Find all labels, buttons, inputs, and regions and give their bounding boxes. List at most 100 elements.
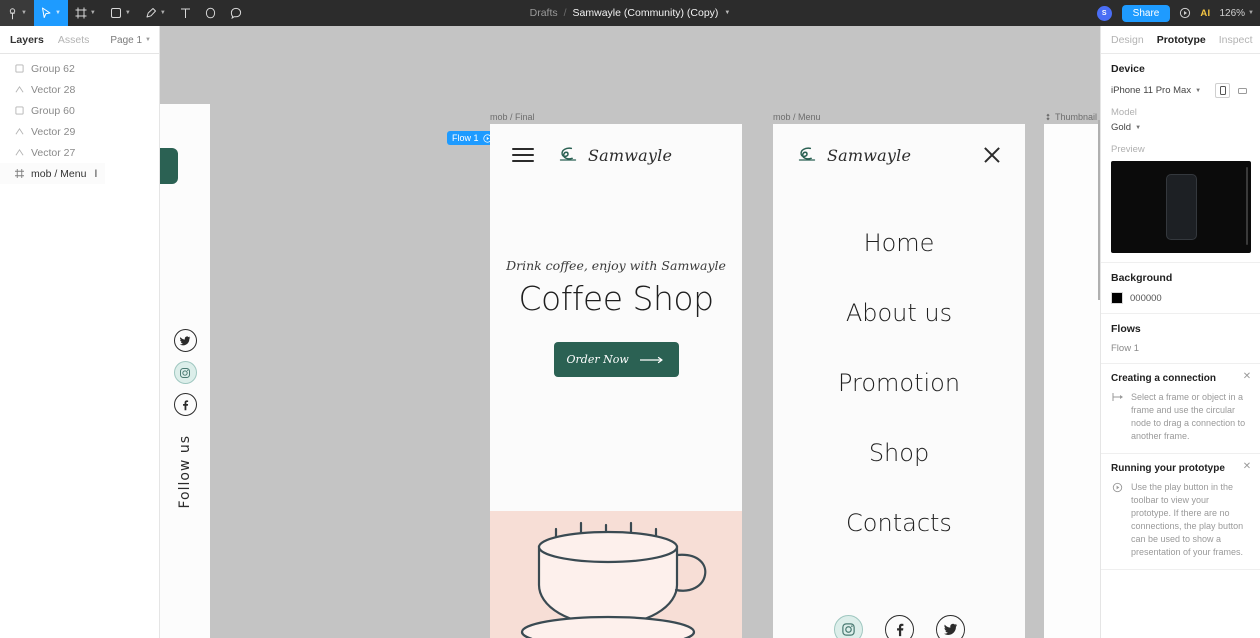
facebook-icon[interactable] <box>173 393 197 416</box>
layer-item-vector-27[interactable]: Vector 27 <box>0 142 159 163</box>
vector-icon <box>14 127 25 136</box>
tab-design[interactable]: Design <box>1111 34 1144 46</box>
preview-scrollbar[interactable] <box>1246 167 1248 245</box>
main-menu-button[interactable]: ▼ <box>0 0 34 26</box>
layer-item-group-62[interactable]: Group 62 <box>0 58 159 79</box>
arrow-right-icon <box>639 356 663 363</box>
text-icon <box>180 7 191 19</box>
cursor-move-icon <box>41 7 52 19</box>
layer-item-group-60[interactable]: Group 60 <box>0 100 159 121</box>
order-now-button[interactable]: Order Now <box>553 342 679 377</box>
layer-label: Group 62 <box>31 62 75 75</box>
shape-tool-button[interactable]: ▼ <box>103 0 138 26</box>
brand-logo: Samwayle <box>795 145 911 165</box>
twitter-icon[interactable] <box>935 615 965 638</box>
decorative-green-pill <box>160 148 178 184</box>
portrait-orientation-button[interactable] <box>1215 83 1230 98</box>
tip-text: Select a frame or object in a frame and … <box>1131 392 1246 442</box>
device-selector[interactable]: iPhone 11 Pro Max ▼ <box>1111 85 1201 96</box>
tab-assets[interactable]: Assets <box>58 34 90 46</box>
close-icon[interactable] <box>981 144 1003 166</box>
chevron-down-icon: ▼ <box>145 37 151 43</box>
instagram-icon[interactable] <box>173 361 197 384</box>
tip-body: Use the play button in the toolbar to vi… <box>1111 481 1250 559</box>
vector-icon <box>14 85 25 94</box>
left-panel-tabs: Layers Assets Page 1 ▼ <box>0 26 159 54</box>
avatar[interactable]: S <box>1095 4 1113 22</box>
zoom-level-value: 126% <box>1219 7 1246 19</box>
tip-text: Use the play button in the toolbar to vi… <box>1131 482 1244 558</box>
layer-item-vector-28[interactable]: Vector 28 <box>0 79 159 100</box>
chevron-down-icon: ▼ <box>159 10 166 16</box>
page-selector-label: Page 1 <box>110 34 143 46</box>
frame-thumbnail[interactable] <box>1044 124 1100 638</box>
present-play-button[interactable] <box>1179 7 1191 19</box>
background-color-swatch[interactable] <box>1111 292 1123 304</box>
share-button[interactable]: Share <box>1121 4 1171 22</box>
ai-button[interactable]: AI <box>1200 8 1210 19</box>
play-circle-icon <box>1111 481 1124 559</box>
layer-item-vector-29[interactable]: Vector 29 <box>0 121 159 142</box>
frame-label-thumbnail[interactable]: Thumbnail <box>1044 112 1097 122</box>
flows-section-header: Flows <box>1111 323 1141 335</box>
tab-prototype[interactable]: Prototype <box>1157 34 1206 46</box>
frame-mob-menu[interactable]: Samwayle Home About us Promotion Shop Co… <box>773 124 1025 638</box>
instagram-icon[interactable] <box>833 615 863 638</box>
frame-label-mob-final[interactable]: mob / Final <box>490 112 535 122</box>
frame-mob-final[interactable]: Samwayle Drink coffee, enjoy with Samway… <box>490 124 742 638</box>
breadcrumb-separator: / <box>563 7 567 19</box>
flow-badge-label: Flow 1 <box>452 133 479 143</box>
hand-tool-button[interactable] <box>198 0 223 26</box>
close-icon[interactable]: ✕ <box>1242 372 1252 382</box>
frame-follow-us-strip[interactable]: Follow us <box>160 104 210 638</box>
tab-inspect[interactable]: Inspect <box>1219 34 1253 46</box>
model-value: Gold <box>1111 122 1132 133</box>
group-icon <box>14 64 25 73</box>
flow-item-1[interactable]: Flow 1 <box>1111 343 1250 354</box>
landscape-orientation-button[interactable] <box>1235 83 1250 98</box>
design-canvas[interactable]: Follow us Flow 1 mob / Final mob / Menu … <box>160 26 1100 638</box>
coffee-cup-illustration <box>490 511 742 638</box>
frame-label-mob-menu[interactable]: mob / Menu <box>773 112 821 122</box>
frame-icon <box>75 7 87 19</box>
twitter-icon[interactable] <box>173 329 197 352</box>
background-section-header: Background <box>1111 272 1173 284</box>
frame-tool-button[interactable]: ▼ <box>68 0 103 26</box>
pen-tool-button[interactable]: ▼ <box>138 0 173 26</box>
component-icon <box>1046 113 1050 121</box>
group-icon <box>14 106 25 115</box>
hamburger-menu-icon[interactable] <box>512 148 534 162</box>
menu-item-home[interactable]: Home <box>864 208 935 278</box>
menu-item-shop[interactable]: Shop <box>869 418 929 488</box>
device-section-header: Device <box>1111 63 1145 75</box>
file-name-label[interactable]: Samwayle (Community) (Copy) <box>573 7 719 19</box>
move-tool-button[interactable]: ▼ <box>33 0 68 26</box>
menu-item-promotion[interactable]: Promotion <box>838 348 960 418</box>
zoom-level-selector[interactable]: 126% ▼ <box>1219 8 1254 19</box>
chevron-down-icon[interactable]: ▼ <box>724 10 730 16</box>
close-icon[interactable]: ✕ <box>1242 462 1252 472</box>
chevron-down-icon: ▼ <box>89 10 96 16</box>
brand-name-label: Samwayle <box>588 145 673 165</box>
text-tool-button[interactable] <box>173 0 198 26</box>
brand-logo: Samwayle <box>556 145 672 165</box>
layer-label: Vector 29 <box>31 125 76 138</box>
figma-logo-icon <box>7 7 18 20</box>
tab-layers[interactable]: Layers <box>10 34 44 46</box>
rectangle-icon <box>110 7 122 19</box>
facebook-icon[interactable] <box>884 615 914 638</box>
pen-icon <box>145 7 157 19</box>
breadcrumb-drafts[interactable]: Drafts <box>530 7 558 19</box>
comment-tool-button[interactable] <box>223 0 249 26</box>
device-preview[interactable] <box>1111 161 1251 253</box>
menu-header: Samwayle <box>773 124 1025 186</box>
hand-icon <box>205 7 216 19</box>
menu-item-about-us[interactable]: About us <box>846 278 952 348</box>
toolbar-right-controls: S Share AI 126% ▼ <box>1095 0 1254 26</box>
layer-item-mob-menu[interactable]: mob / Menu <box>0 163 95 184</box>
page-selector[interactable]: Page 1 ▼ <box>110 26 151 54</box>
canvas-scrollbar[interactable] <box>1098 120 1100 300</box>
model-selector[interactable]: Gold ▼ <box>1111 122 1250 133</box>
menu-item-contacts[interactable]: Contacts <box>846 488 952 558</box>
right-sidebar: Design Prototype Inspect Device iPhone 1… <box>1100 26 1260 638</box>
